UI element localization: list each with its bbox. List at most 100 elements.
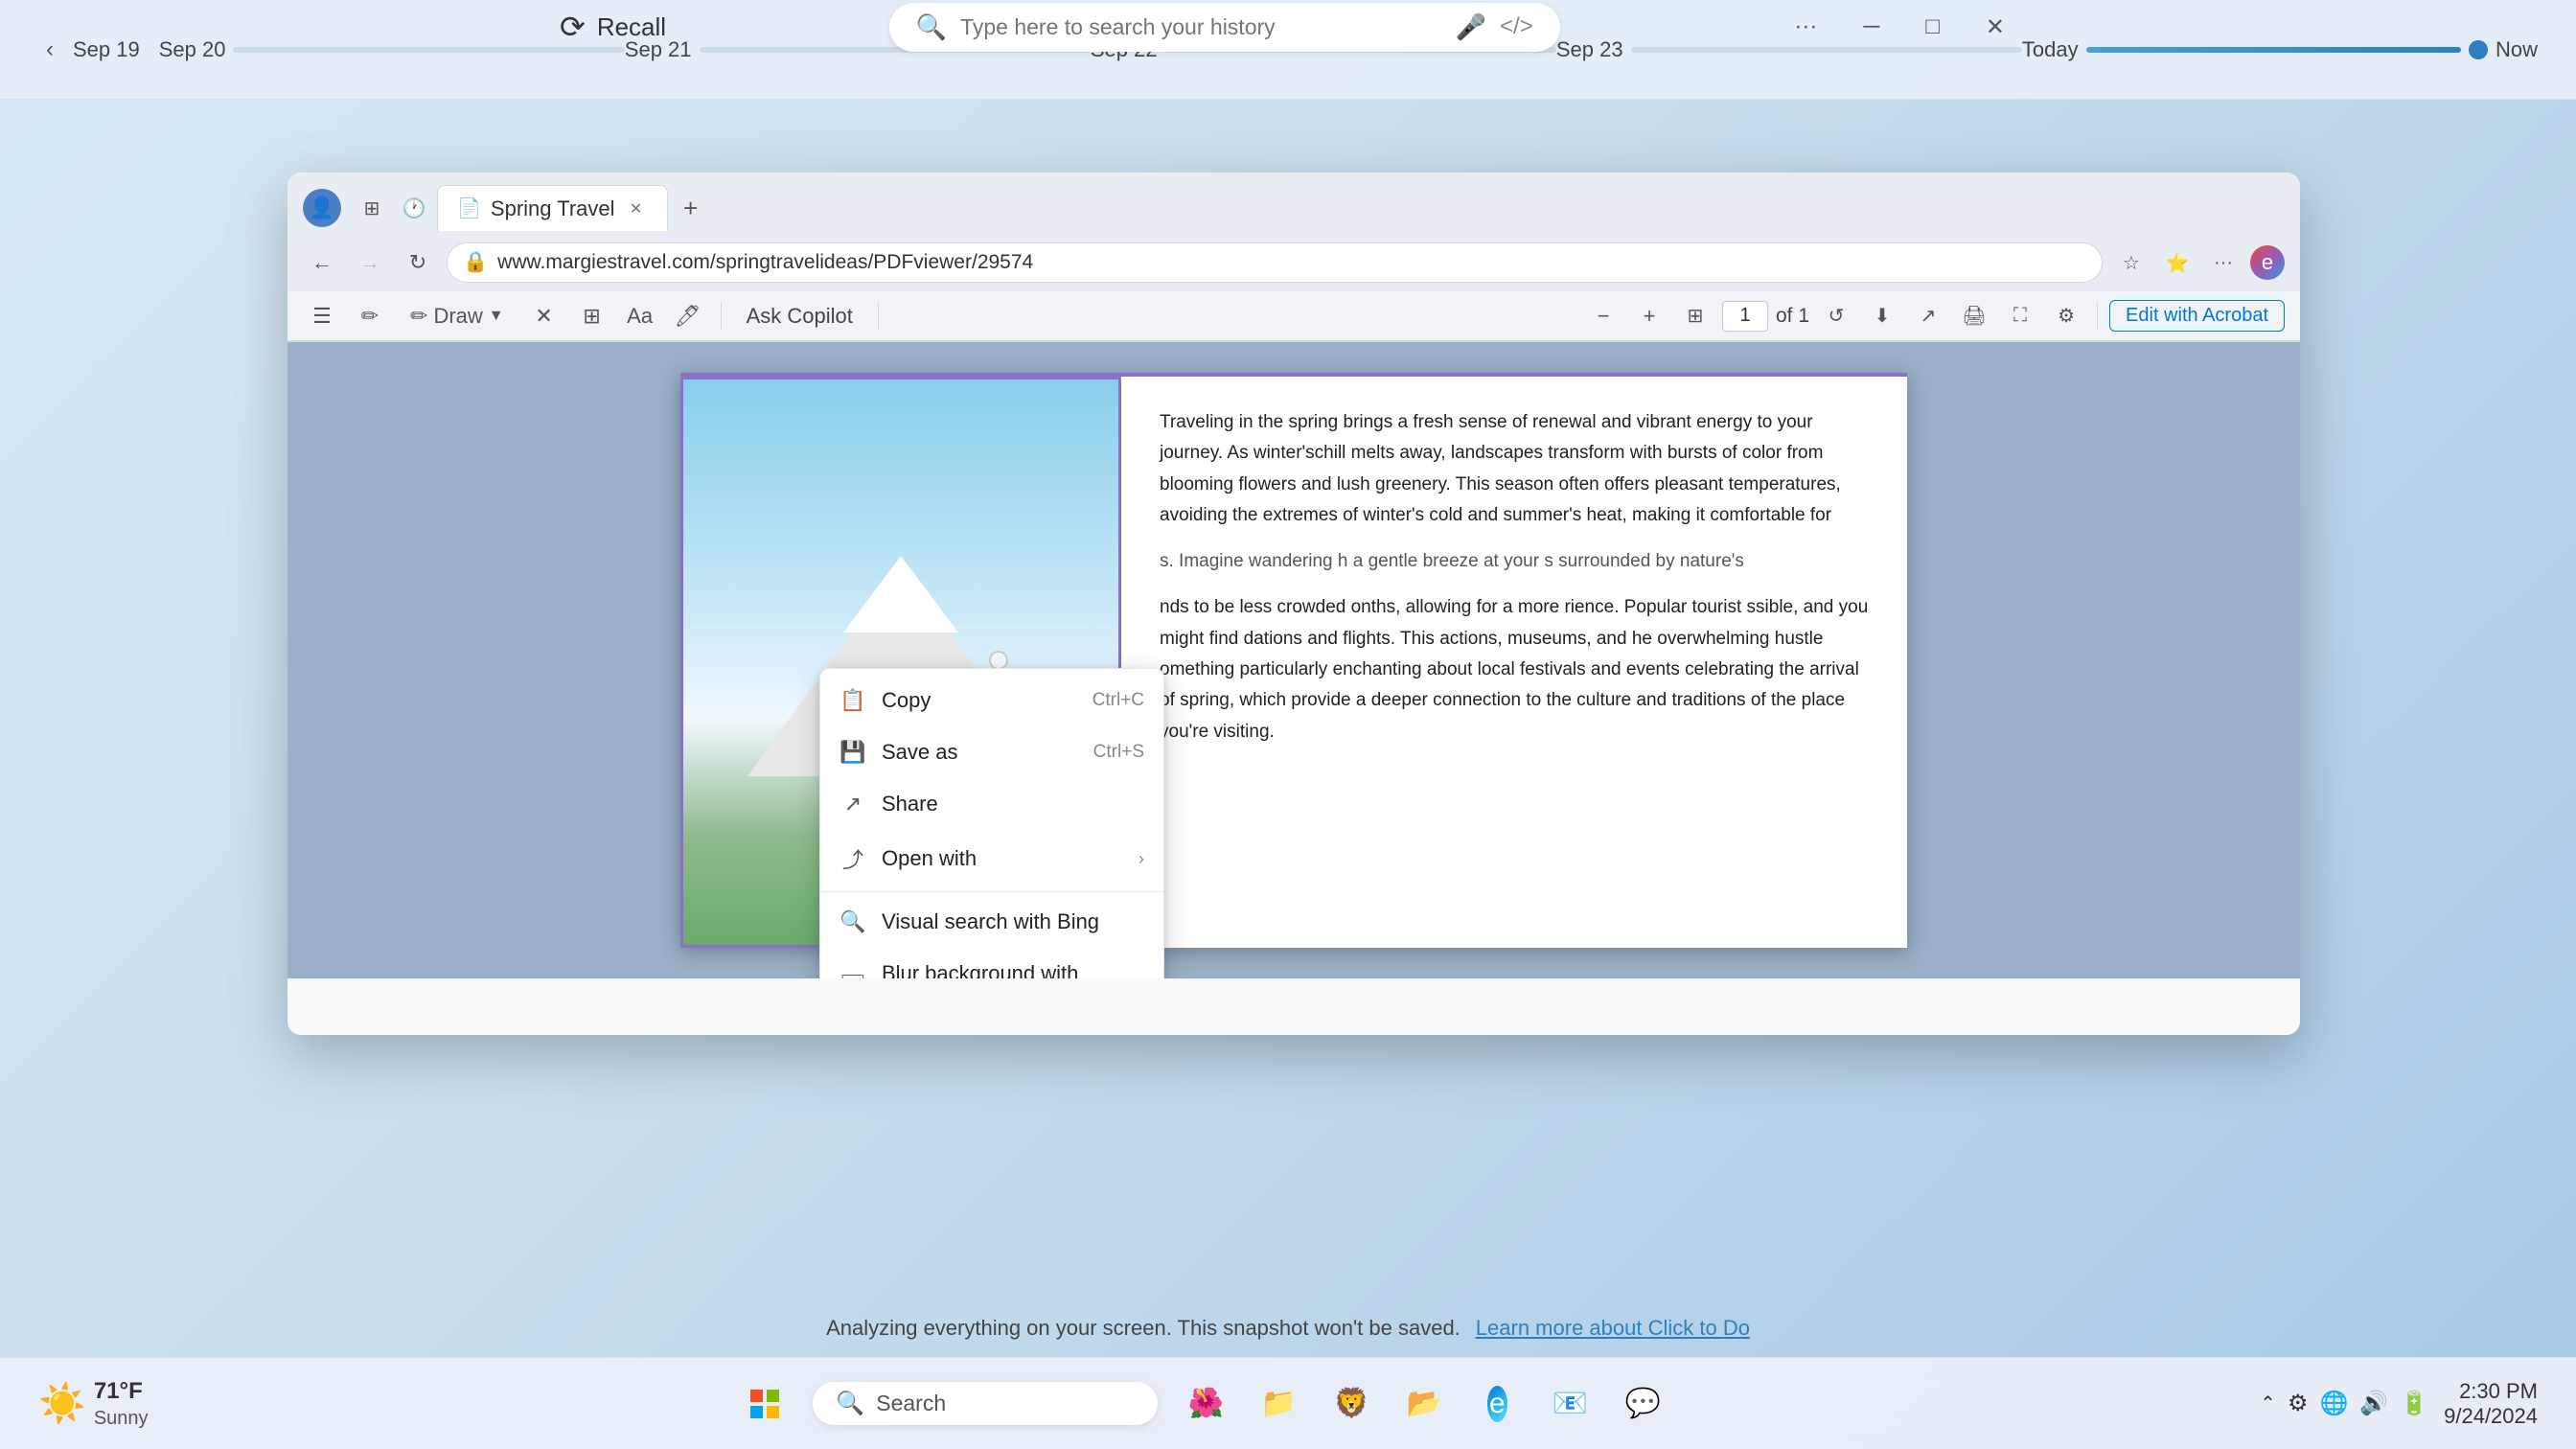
minimize-button[interactable]: ─ (1852, 6, 1891, 48)
pdf-erase-button[interactable]: ✕ (525, 297, 564, 335)
context-menu-blur-background[interactable]: 🖼 Blur background with Photos (820, 948, 1163, 978)
address-bar[interactable]: 🔒 www.margiestravel.com/springtravelidea… (447, 242, 2103, 283)
time-display: 2:30 PM (2459, 1379, 2538, 1404)
search-icon: 🔍 (916, 12, 947, 42)
learn-more-link[interactable]: Learn more about Click to Do (1476, 1316, 1750, 1341)
system-clock[interactable]: 2:30 PM 9/24/2024 (2444, 1379, 2538, 1429)
draw-label: Draw (433, 304, 482, 329)
presentation-button[interactable]: ⛶ (2001, 297, 2039, 335)
code-icon[interactable]: </> (1500, 13, 1533, 40)
pdf-select-button[interactable]: ⊞ (573, 297, 611, 335)
collections-button[interactable]: ⭐ (2158, 243, 2196, 282)
tray-chevron-icon[interactable]: ⌃ (2260, 1392, 2276, 1415)
folder-icon: 📂 (1407, 1387, 1442, 1420)
date-display: 9/24/2024 (2444, 1404, 2538, 1429)
microphone-icon[interactable]: 🎤 (1456, 12, 1486, 42)
pdf-toolbar: ☰ ✏ ✏ Draw ▼ ✕ ⊞ Aa 🖊 Ask Copilot − + ⊞ … (288, 291, 2300, 341)
pdf-text-button[interactable]: Aa (621, 297, 659, 335)
recall-search-bar[interactable]: 🔍 🎤 </> (889, 3, 1560, 52)
context-menu-share[interactable]: ↗ Share (820, 778, 1163, 830)
pdf-ink-button[interactable]: 🖊 (669, 297, 707, 335)
timeline-back-button[interactable]: ‹ (38, 33, 61, 67)
url-text: www.margiestravel.com/springtravelideas/… (497, 251, 1033, 274)
taskbar-file-explorer-button[interactable]: 📁 (1254, 1379, 1303, 1429)
ask-copilot-button[interactable]: Ask Copilot (735, 300, 864, 333)
page-number-input[interactable] (1722, 301, 1768, 332)
save-shortcut: Ctrl+S (1093, 742, 1144, 763)
taskbar-brave-button[interactable]: 🦁 (1326, 1379, 1376, 1429)
timeline-dot (2469, 40, 2488, 59)
timeline-now-button[interactable]: Now (2496, 37, 2538, 62)
mountain-snow (843, 556, 958, 632)
print-button[interactable]: 🖨 (1955, 297, 1993, 335)
volume-icon[interactable]: 🔊 (2359, 1390, 2388, 1417)
timeline-nav[interactable]: ‹ Sep 19 (38, 33, 140, 67)
zoom-out-button[interactable]: − (1584, 297, 1622, 335)
save-icon: 💾 (840, 740, 866, 765)
taskbar-left: ☀️ 71°F Sunny (0, 1376, 149, 1431)
context-menu-visual-search[interactable]: 🔍 Visual search with Bing (820, 896, 1163, 948)
settings-button[interactable]: ⚙ (2047, 297, 2085, 335)
battery-icon[interactable]: 🔋 (2400, 1390, 2428, 1417)
more-tools-button[interactable]: ··· (2204, 243, 2242, 282)
system-tray: ⌃ ⚙ 🌐 🔊 🔋 (2260, 1390, 2428, 1417)
settings-tray-icon[interactable]: ⚙ (2288, 1390, 2309, 1417)
copy-shortcut: Ctrl+C (1092, 690, 1144, 711)
file-explorer-icon: 📁 (1261, 1387, 1297, 1420)
rotate-button[interactable]: ↺ (1817, 297, 1855, 335)
browser-tab-spring-travel[interactable]: 📄 Spring Travel ✕ (437, 185, 668, 231)
pdf-content-area: 🌸 🌸 🧍 Traveling in the spring brings a f… (288, 342, 2300, 978)
taskbar-center: 🔍 Search 🌺 📁 🦁 📂 e 📧 💬 (149, 1379, 2261, 1429)
info-text: Analyzing everything on your screen. Thi… (826, 1316, 1460, 1341)
context-menu-divider-1 (820, 891, 1163, 892)
refresh-button[interactable]: ↻ (399, 243, 437, 282)
tab-close-button[interactable]: ✕ (625, 197, 648, 220)
fit-page-button[interactable]: ⊞ (1676, 297, 1714, 335)
download-button[interactable]: ⬇ (1863, 297, 1901, 335)
pdf-paragraph-3: nds to be less crowded onths, allowing f… (1160, 592, 1869, 747)
browser-toolbar-right: ☆ ⭐ ··· e (2112, 243, 2285, 282)
network-icon[interactable]: 🌐 (2319, 1390, 2348, 1417)
pdf-annotate-button[interactable]: ✏ (351, 297, 389, 335)
context-menu-open-with[interactable]: ⤴ Open with › (820, 830, 1163, 887)
context-menu-copy[interactable]: 📋 Copy Ctrl+C (820, 675, 1163, 726)
close-button[interactable]: ✕ (1974, 6, 2016, 49)
toolbar-divider-3 (2097, 303, 2098, 330)
pdf-toc-button[interactable]: ☰ (303, 297, 341, 335)
maximize-button[interactable]: □ (1914, 6, 1951, 48)
taskbar-teams-button[interactable]: 💬 (1618, 1379, 1668, 1429)
tab-favicon: 📄 (457, 196, 481, 220)
zoom-in-button[interactable]: + (1630, 297, 1668, 335)
browser-history-button[interactable]: 🕐 (395, 189, 433, 227)
weather-icon: ☀️ (38, 1381, 86, 1426)
context-menu-save-as[interactable]: 💾 Save as Ctrl+S (820, 726, 1163, 778)
history-search-input[interactable] (960, 14, 1442, 40)
browser-extensions-button[interactable]: ⊞ (353, 189, 391, 227)
forward-button[interactable]: → (351, 243, 389, 282)
taskbar-folder-button[interactable]: 📂 (1399, 1379, 1449, 1429)
visual-search-label: Visual search with Bing (882, 909, 1099, 934)
edge-taskbar-icon: e (1487, 1386, 1507, 1422)
share-icon: ↗ (840, 792, 866, 816)
taskbar-edge-button[interactable]: e (1472, 1379, 1522, 1429)
taskbar-mail-button[interactable]: 📧 (1545, 1379, 1595, 1429)
toolbar-divider-2 (878, 303, 879, 330)
more-options-button[interactable]: ··· (1782, 6, 1828, 48)
submenu-arrow-icon: › (1138, 849, 1144, 869)
taskbar-widgets-button[interactable]: 🌺 (1181, 1379, 1230, 1429)
favorites-button[interactable]: ☆ (2112, 243, 2150, 282)
recall-titlebar: ⟳ Recall 🔍 🎤 </> ··· ─ □ ✕ (521, 0, 2055, 54)
new-tab-button[interactable]: + (672, 189, 710, 227)
taskbar-search-bar[interactable]: 🔍 Search (813, 1382, 1158, 1425)
edit-with-acrobat-button[interactable]: Edit with Acrobat (2109, 300, 2285, 332)
browser-profile-icon[interactable]: 👤 (303, 189, 341, 227)
edge-icon: e (2250, 245, 2285, 280)
pdf-share-button[interactable]: ↗ (1909, 297, 1947, 335)
page-total: of 1 (1776, 305, 1809, 328)
open-with-label: Open with (882, 846, 977, 871)
back-button[interactable]: ← (303, 243, 341, 282)
pdf-paragraph-1: Traveling in the spring brings a fresh s… (1160, 407, 1869, 531)
start-button[interactable] (740, 1379, 790, 1429)
pdf-draw-button[interactable]: ✏ Draw ▼ (399, 297, 516, 335)
weather-info: 71°F Sunny (94, 1376, 149, 1431)
